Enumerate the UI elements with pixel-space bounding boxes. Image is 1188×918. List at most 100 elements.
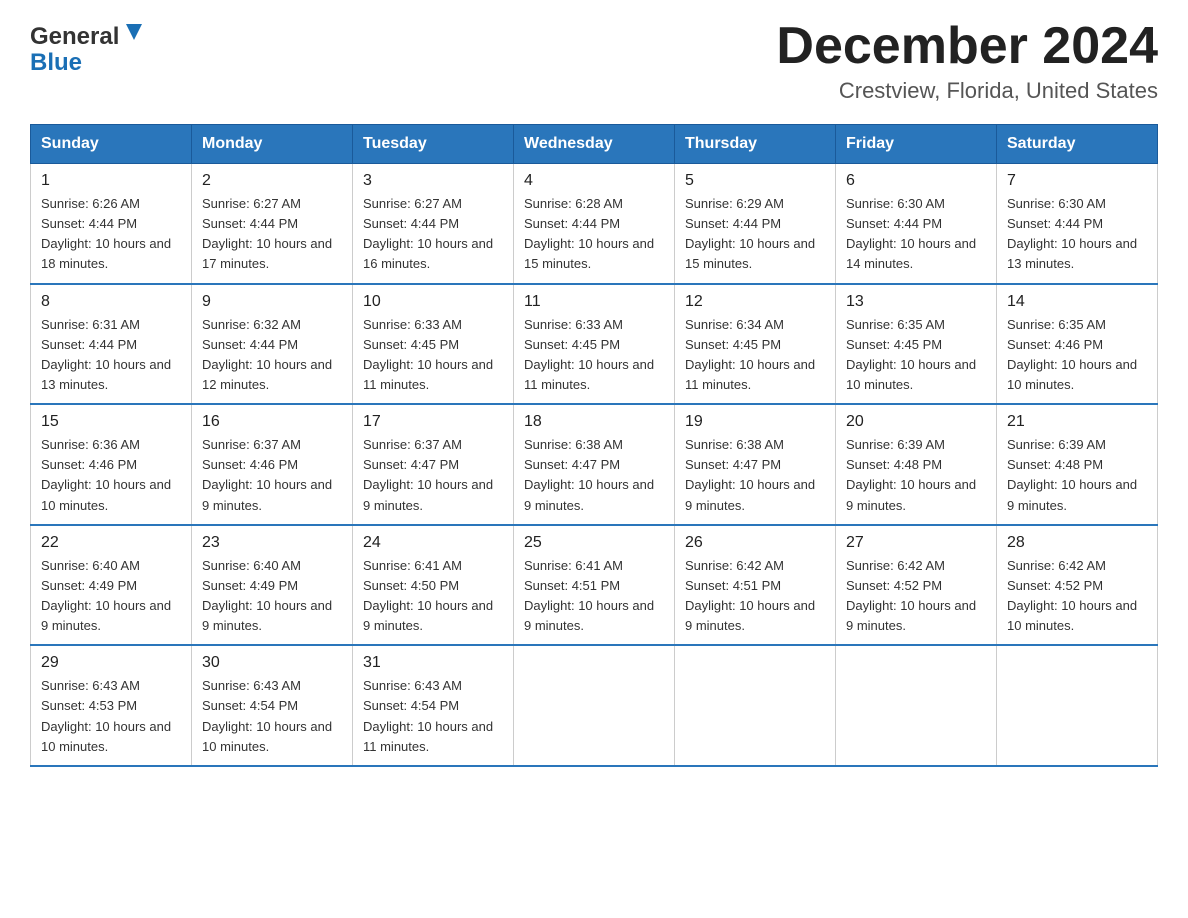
day-cell: 14 Sunrise: 6:35 AMSunset: 4:46 PMDayligh… — [997, 284, 1158, 405]
day-number: 10 — [363, 293, 503, 311]
day-number: 12 — [685, 293, 825, 311]
day-cell: 18Sunrise: 6:38 AMSunset: 4:47 PMDayligh… — [514, 404, 675, 525]
day-number: 23 — [202, 534, 342, 552]
day-number: 4 — [524, 172, 664, 190]
day-number: 19 — [685, 413, 825, 431]
day-info: Sunrise: 6:37 AMSunset: 4:46 PMDaylight:… — [202, 435, 342, 516]
day-cell: 24Sunrise: 6:41 AMSunset: 4:50 PMDayligh… — [353, 525, 514, 646]
day-number: 17 — [363, 413, 503, 431]
page-header: General Blue December 2024 Crestview, Fl… — [30, 20, 1158, 104]
day-cell: 26Sunrise: 6:42 AMSunset: 4:51 PMDayligh… — [675, 525, 836, 646]
day-cell — [675, 645, 836, 766]
day-number: 28 — [1007, 534, 1147, 552]
day-cell: 2Sunrise: 6:27 AMSunset: 4:44 PMDaylight… — [192, 164, 353, 284]
day-cell — [836, 645, 997, 766]
day-number: 20 — [846, 413, 986, 431]
day-info: Sunrise: 6:33 AMSunset: 4:45 PMDaylight:… — [524, 315, 664, 396]
day-info: Sunrise: 6:31 AMSunset: 4:44 PMDaylight:… — [41, 315, 181, 396]
day-number: 21 — [1007, 413, 1147, 431]
day-info: Sunrise: 6:39 AMSunset: 4:48 PMDaylight:… — [846, 435, 986, 516]
day-info: Sunrise: 6:40 AMSunset: 4:49 PMDaylight:… — [202, 556, 342, 637]
day-info: Sunrise: 6:29 AMSunset: 4:44 PMDaylight:… — [685, 194, 825, 275]
calendar-table: SundayMondayTuesdayWednesdayThursdayFrid… — [30, 124, 1158, 767]
day-cell: 7 Sunrise: 6:30 AMSunset: 4:44 PMDaylight… — [997, 164, 1158, 284]
day-cell: 1 Sunrise: 6:26 AMSunset: 4:44 PMDaylight… — [31, 164, 192, 284]
day-info: Sunrise: 6:34 AMSunset: 4:45 PMDaylight:… — [685, 315, 825, 396]
svg-text:General: General — [30, 23, 119, 50]
day-number: 8 — [41, 293, 181, 311]
day-info: Sunrise: 6:27 AMSunset: 4:44 PMDaylight:… — [202, 194, 342, 275]
day-number: 18 — [524, 413, 664, 431]
day-header-monday: Monday — [192, 125, 353, 164]
day-cell: 11 Sunrise: 6:33 AMSunset: 4:45 PMDayligh… — [514, 284, 675, 405]
day-number: 1 — [41, 172, 181, 190]
day-cell — [514, 645, 675, 766]
calendar-header-row: SundayMondayTuesdayWednesdayThursdayFrid… — [31, 125, 1158, 164]
day-number: 13 — [846, 293, 986, 311]
day-header-sunday: Sunday — [31, 125, 192, 164]
day-info: Sunrise: 6:42 AMSunset: 4:51 PMDaylight:… — [685, 556, 825, 637]
day-cell: 30 Sunrise: 6:43 AMSunset: 4:54 PMDayligh… — [192, 645, 353, 766]
week-row-5: 29Sunrise: 6:43 AMSunset: 4:53 PMDayligh… — [31, 645, 1158, 766]
day-header-saturday: Saturday — [997, 125, 1158, 164]
day-info: Sunrise: 6:28 AMSunset: 4:44 PMDaylight:… — [524, 194, 664, 275]
day-info: Sunrise: 6:42 AMSunset: 4:52 PMDaylight:… — [1007, 556, 1147, 637]
day-info: Sunrise: 6:43 AMSunset: 4:54 PMDaylight:… — [202, 676, 342, 757]
day-info: Sunrise: 6:43 AMSunset: 4:54 PMDaylight:… — [363, 676, 503, 757]
day-cell: 19Sunrise: 6:38 AMSunset: 4:47 PMDayligh… — [675, 404, 836, 525]
day-number: 15 — [41, 413, 181, 431]
day-cell: 8 Sunrise: 6:31 AMSunset: 4:44 PMDaylight… — [31, 284, 192, 405]
day-info: Sunrise: 6:32 AMSunset: 4:44 PMDaylight:… — [202, 315, 342, 396]
week-row-1: 1 Sunrise: 6:26 AMSunset: 4:44 PMDaylight… — [31, 164, 1158, 284]
day-cell: 9 Sunrise: 6:32 AMSunset: 4:44 PMDaylight… — [192, 284, 353, 405]
day-number: 6 — [846, 172, 986, 190]
day-number: 27 — [846, 534, 986, 552]
day-info: Sunrise: 6:43 AMSunset: 4:53 PMDaylight:… — [41, 676, 181, 757]
day-number: 31 — [363, 654, 503, 672]
logo-svg: General Blue — [30, 20, 150, 75]
day-cell: 5 Sunrise: 6:29 AMSunset: 4:44 PMDaylight… — [675, 164, 836, 284]
title-block: December 2024 Crestview, Florida, United… — [776, 20, 1158, 104]
day-header-friday: Friday — [836, 125, 997, 164]
day-info: Sunrise: 6:39 AMSunset: 4:48 PMDaylight:… — [1007, 435, 1147, 516]
day-cell: 17Sunrise: 6:37 AMSunset: 4:47 PMDayligh… — [353, 404, 514, 525]
day-info: Sunrise: 6:27 AMSunset: 4:44 PMDaylight:… — [363, 194, 503, 275]
day-number: 16 — [202, 413, 342, 431]
day-header-thursday: Thursday — [675, 125, 836, 164]
day-cell: 10Sunrise: 6:33 AMSunset: 4:45 PMDayligh… — [353, 284, 514, 405]
day-info: Sunrise: 6:41 AMSunset: 4:50 PMDaylight:… — [363, 556, 503, 637]
day-info: Sunrise: 6:41 AMSunset: 4:51 PMDaylight:… — [524, 556, 664, 637]
day-cell: 20 Sunrise: 6:39 AMSunset: 4:48 PMDayligh… — [836, 404, 997, 525]
day-number: 22 — [41, 534, 181, 552]
day-info: Sunrise: 6:35 AMSunset: 4:46 PMDaylight:… — [1007, 315, 1147, 396]
day-cell: 3Sunrise: 6:27 AMSunset: 4:44 PMDaylight… — [353, 164, 514, 284]
day-cell — [997, 645, 1158, 766]
day-info: Sunrise: 6:36 AMSunset: 4:46 PMDaylight:… — [41, 435, 181, 516]
day-info: Sunrise: 6:30 AMSunset: 4:44 PMDaylight:… — [1007, 194, 1147, 275]
day-cell: 21 Sunrise: 6:39 AMSunset: 4:48 PMDayligh… — [997, 404, 1158, 525]
day-header-tuesday: Tuesday — [353, 125, 514, 164]
day-info: Sunrise: 6:35 AMSunset: 4:45 PMDaylight:… — [846, 315, 986, 396]
month-title: December 2024 — [776, 20, 1158, 72]
day-number: 11 — [524, 293, 664, 311]
day-number: 30 — [202, 654, 342, 672]
day-cell: 22Sunrise: 6:40 AMSunset: 4:49 PMDayligh… — [31, 525, 192, 646]
day-cell: 16 Sunrise: 6:37 AMSunset: 4:46 PMDayligh… — [192, 404, 353, 525]
day-info: Sunrise: 6:26 AMSunset: 4:44 PMDaylight:… — [41, 194, 181, 275]
week-row-2: 8 Sunrise: 6:31 AMSunset: 4:44 PMDaylight… — [31, 284, 1158, 405]
day-cell: 15 Sunrise: 6:36 AMSunset: 4:46 PMDayligh… — [31, 404, 192, 525]
svg-text:Blue: Blue — [30, 49, 82, 75]
day-number: 14 — [1007, 293, 1147, 311]
day-cell: 28 Sunrise: 6:42 AMSunset: 4:52 PMDayligh… — [997, 525, 1158, 646]
day-number: 25 — [524, 534, 664, 552]
day-cell: 12 Sunrise: 6:34 AMSunset: 4:45 PMDayligh… — [675, 284, 836, 405]
day-info: Sunrise: 6:42 AMSunset: 4:52 PMDaylight:… — [846, 556, 986, 637]
day-cell: 27 Sunrise: 6:42 AMSunset: 4:52 PMDayligh… — [836, 525, 997, 646]
day-number: 5 — [685, 172, 825, 190]
day-cell: 25 Sunrise: 6:41 AMSunset: 4:51 PMDayligh… — [514, 525, 675, 646]
logo: General Blue — [30, 20, 150, 75]
day-number: 7 — [1007, 172, 1147, 190]
day-info: Sunrise: 6:30 AMSunset: 4:44 PMDaylight:… — [846, 194, 986, 275]
day-number: 9 — [202, 293, 342, 311]
location-title: Crestview, Florida, United States — [776, 78, 1158, 104]
